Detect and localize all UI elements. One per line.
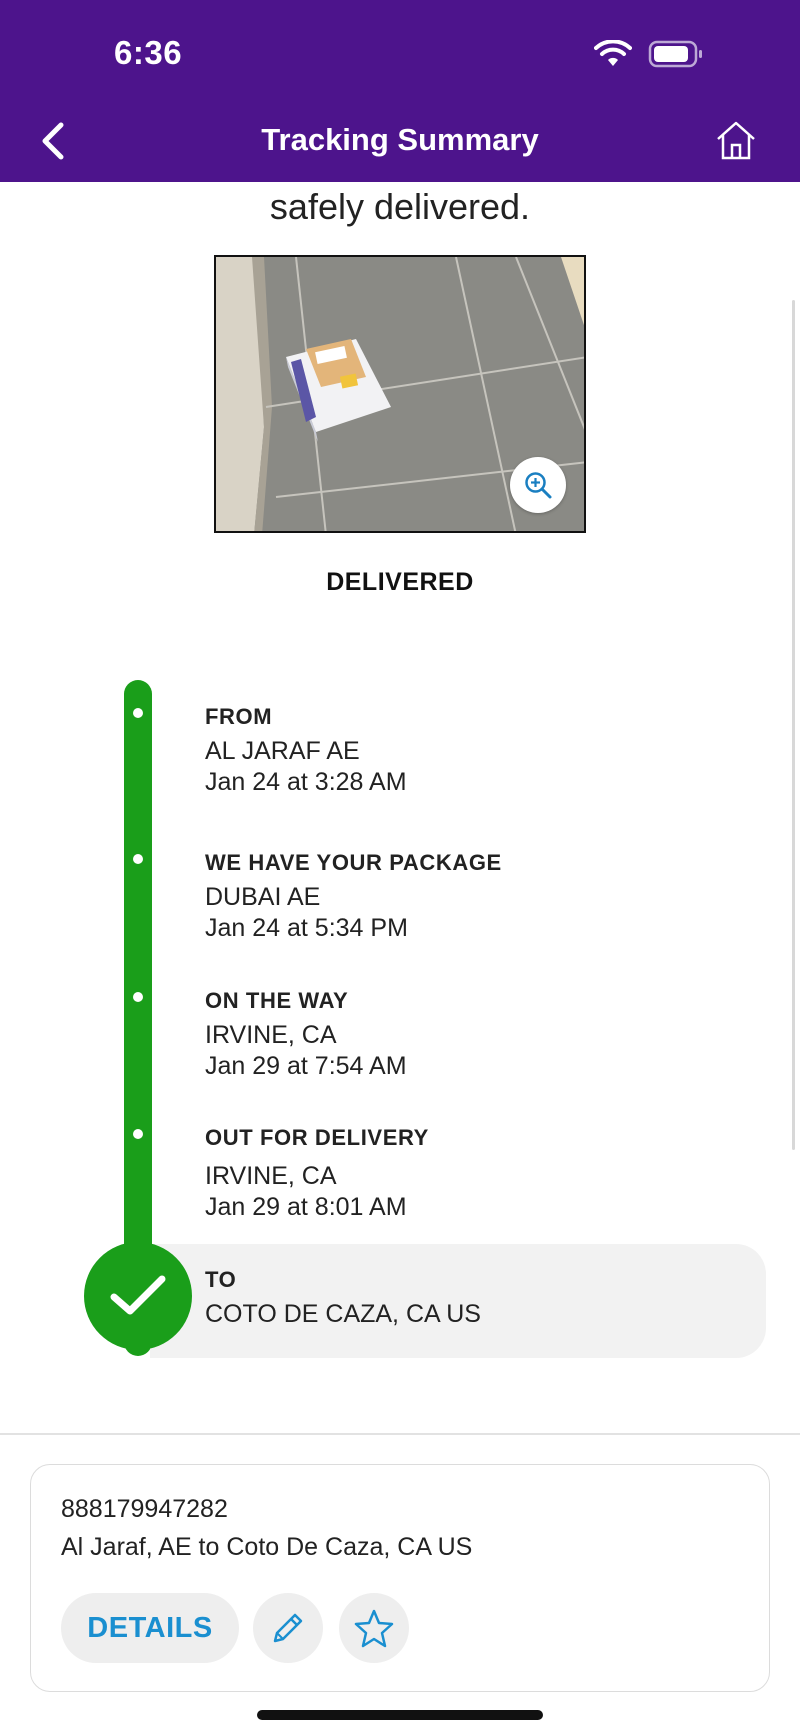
delivery-status: DELIVERED bbox=[326, 568, 474, 596]
shipment-card: 888179947282 Al Jaraf, AE to Coto De Caz… bbox=[30, 1464, 770, 1692]
step-time: Jan 29 at 8:01 AM bbox=[205, 1193, 407, 1221]
checkmark-icon bbox=[110, 1275, 166, 1315]
pencil-icon bbox=[273, 1613, 303, 1643]
tracking-number: 888179947282 bbox=[61, 1495, 228, 1523]
step-title: OUT FOR DELIVERY bbox=[205, 1125, 429, 1150]
divider bbox=[0, 1433, 800, 1435]
timeline-step-destination: TO COTO DE CAZA, CA US bbox=[205, 1267, 481, 1330]
status-icons bbox=[594, 39, 704, 73]
home-indicator[interactable] bbox=[257, 1710, 543, 1720]
battery-icon bbox=[648, 40, 704, 73]
home-icon bbox=[717, 121, 755, 160]
delivery-message: safely delivered. bbox=[269, 186, 531, 227]
details-button[interactable]: DETAILS bbox=[61, 1593, 239, 1663]
step-location: IRVINE, CA bbox=[205, 1162, 337, 1190]
timeline-dot bbox=[133, 1129, 143, 1139]
step-location: DUBAI AE bbox=[205, 883, 321, 911]
timeline-step-out-for-delivery: OUT FOR DELIVERY IRVINE, CA Jan 29 at 8:… bbox=[205, 1125, 429, 1223]
wifi-icon bbox=[594, 39, 632, 73]
step-location: IRVINE, CA bbox=[205, 1021, 337, 1049]
step-title: TO bbox=[205, 1267, 237, 1292]
star-icon bbox=[354, 1609, 394, 1648]
timeline-dot bbox=[133, 854, 143, 864]
step-location: COTO DE CAZA, CA US bbox=[205, 1300, 481, 1328]
timeline-dot bbox=[133, 708, 143, 718]
status-time: 6:36 bbox=[114, 34, 183, 71]
scrollbar[interactable] bbox=[792, 300, 795, 1150]
delivered-check bbox=[84, 1242, 192, 1350]
step-title: FROM bbox=[205, 704, 273, 729]
zoom-in-icon bbox=[525, 472, 552, 499]
step-title: WE HAVE YOUR PACKAGE bbox=[205, 850, 502, 875]
step-time: Jan 24 at 3:28 AM bbox=[205, 768, 407, 796]
page-title: Tracking Summary bbox=[261, 122, 539, 157]
shipment-route: Al Jaraf, AE to Coto De Caza, CA US bbox=[61, 1533, 473, 1561]
home-button[interactable] bbox=[714, 118, 758, 164]
delivery-photo[interactable] bbox=[214, 255, 586, 533]
step-title: ON THE WAY bbox=[205, 988, 349, 1013]
edit-button[interactable] bbox=[253, 1593, 323, 1663]
step-time: Jan 29 at 7:54 AM bbox=[205, 1052, 407, 1080]
timeline-step-picked-up: WE HAVE YOUR PACKAGE DUBAI AE Jan 24 at … bbox=[205, 850, 502, 944]
zoom-button[interactable] bbox=[510, 457, 566, 513]
timeline-step-from: FROM AL JARAF AE Jan 24 at 3:28 AM bbox=[205, 704, 407, 798]
app-header: 6:36 Tracking Summary bbox=[0, 0, 800, 182]
timeline-step-on-the-way: ON THE WAY IRVINE, CA Jan 29 at 7:54 AM bbox=[205, 988, 407, 1082]
step-time: Jan 24 at 5:34 PM bbox=[205, 914, 408, 942]
timeline-dot bbox=[133, 992, 143, 1002]
step-location: AL JARAF AE bbox=[205, 737, 360, 765]
favorite-button[interactable] bbox=[339, 1593, 409, 1663]
